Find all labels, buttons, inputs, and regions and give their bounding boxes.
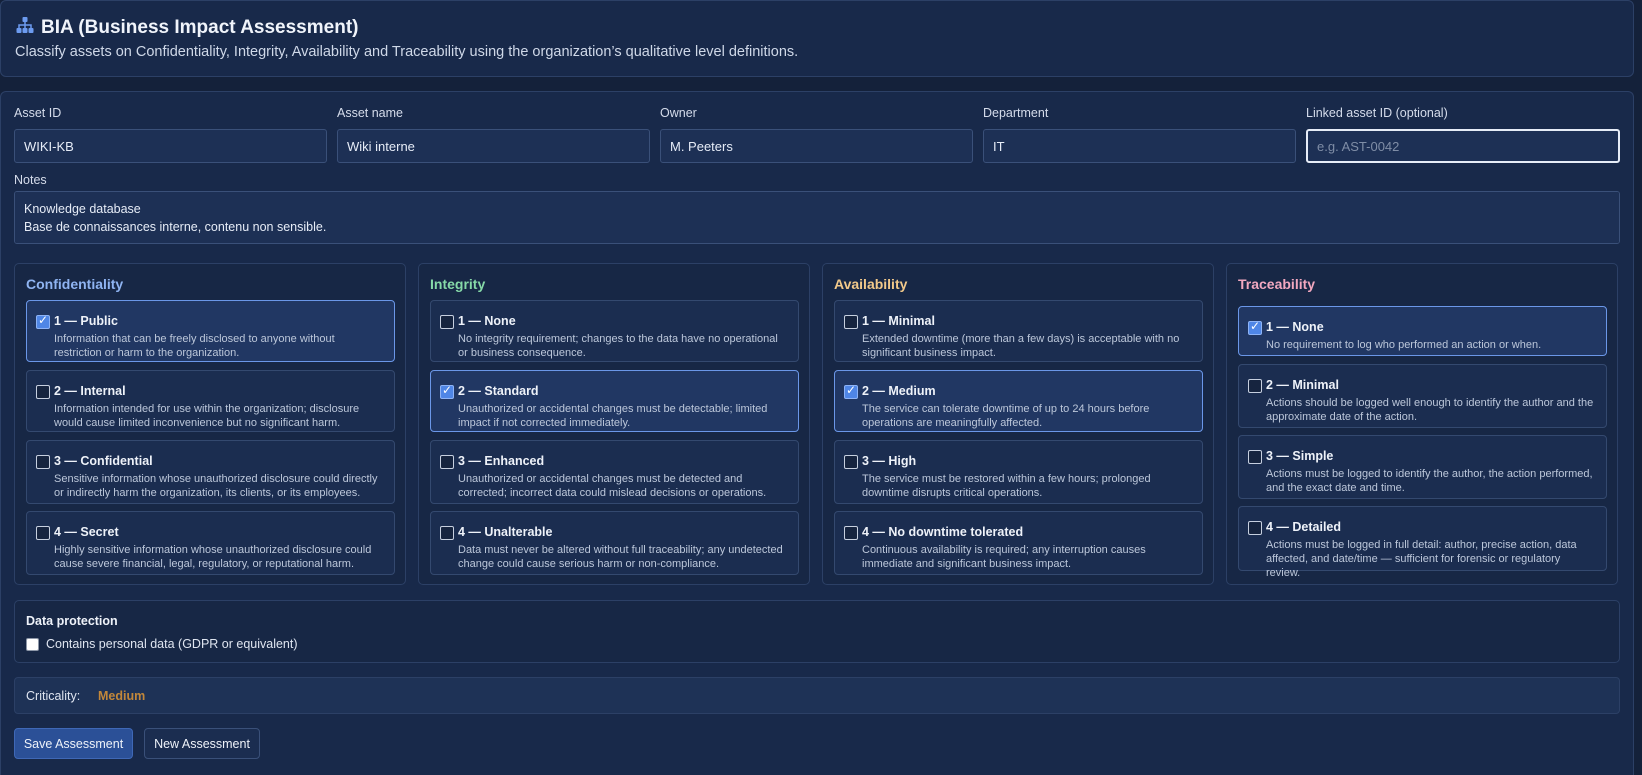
sitemap-icon xyxy=(15,15,35,40)
notes-label: Notes xyxy=(14,173,47,187)
level-option[interactable]: 2 — Internal Information intended for use… xyxy=(26,370,395,432)
level-checkbox[interactable] xyxy=(844,526,858,540)
level-label: 3 — Simple xyxy=(1266,449,1334,463)
header-panel: BIA (Business Impact Assessment) Classif… xyxy=(0,0,1634,77)
level-label: 1 — Minimal xyxy=(862,314,935,328)
level-checkbox[interactable] xyxy=(844,315,858,329)
level-description: The service can tolerate downtime of up … xyxy=(862,403,1150,429)
level-description: No requirement to log who performed an a… xyxy=(1266,339,1542,351)
asset-name-label: Asset name xyxy=(337,106,404,120)
level-label: 3 — High xyxy=(862,454,917,468)
level-option[interactable]: 1 — None No integrity requirement; change… xyxy=(430,300,799,362)
department-label: Department xyxy=(983,106,1049,120)
level-checkbox[interactable] xyxy=(440,315,454,329)
level-label: 1 — None xyxy=(1266,320,1324,334)
level-checkbox[interactable] xyxy=(36,455,50,469)
level-description: Actions must be logged in full detail: a… xyxy=(1266,539,1577,579)
level-description: Continuous availability is required; any… xyxy=(862,544,1146,570)
level-option[interactable]: 3 — Simple Actions must be logged to iden… xyxy=(1238,435,1607,499)
level-option[interactable]: 3 — High The service must be restored wit… xyxy=(834,440,1203,504)
level-checkbox[interactable] xyxy=(1248,379,1262,393)
level-checkbox[interactable] xyxy=(440,526,454,540)
level-checkbox[interactable] xyxy=(844,383,858,399)
level-label: 4 — No downtime tolerated xyxy=(862,525,1024,539)
level-option[interactable]: 1 — None No requirement to log who perfor… xyxy=(1238,306,1607,356)
criticality-label: Criticality: xyxy=(26,689,81,703)
level-description: Highly sensitive information whose unaut… xyxy=(54,544,372,570)
level-option[interactable]: 3 — Confidential Sensitive information wh… xyxy=(26,440,395,504)
level-label: 2 — Minimal xyxy=(1266,378,1339,392)
dimension-title: Availability xyxy=(834,276,908,292)
criticality-bar: Criticality: Medium xyxy=(14,677,1620,714)
level-description: Sensitive information whose unauthorized… xyxy=(54,473,378,499)
level-checkbox[interactable] xyxy=(1248,450,1262,464)
criticality-value: Medium xyxy=(98,689,146,703)
personal-data-row[interactable]: Contains personal data (GDPR or equivale… xyxy=(26,637,298,651)
level-checkbox[interactable] xyxy=(440,383,454,399)
level-option[interactable]: 4 — Unalterable Data must never be altere… xyxy=(430,511,799,575)
level-option[interactable]: 4 — Detailed Actions must be logged in fu… xyxy=(1238,506,1607,579)
level-option[interactable]: 4 — No downtime tolerated Continuous avai… xyxy=(834,511,1203,575)
level-label: 1 — None xyxy=(458,314,516,328)
dimension-title: Confidentiality xyxy=(26,276,124,292)
dimension-confidentiality: Confidentiality 1 — Public Information tha… xyxy=(14,263,406,585)
level-option[interactable]: 2 — Standard Unauthorized or accidental c… xyxy=(430,370,799,432)
department-input[interactable] xyxy=(983,129,1296,163)
level-description: Actions must be logged to identify the a… xyxy=(1266,468,1593,494)
owner-label: Owner xyxy=(660,106,697,120)
level-checkbox[interactable] xyxy=(36,526,50,540)
notes-textarea[interactable] xyxy=(14,191,1620,244)
level-description: Unauthorized or accidental changes must … xyxy=(458,473,767,499)
level-label: 2 — Standard xyxy=(458,384,539,398)
level-description: Information that can be freely disclosed… xyxy=(54,333,335,359)
level-description: No integrity requirement; changes to the… xyxy=(458,333,778,359)
data-protection-title: Data protection xyxy=(26,614,118,628)
data-protection-section: Data protection Contains personal data (… xyxy=(14,600,1620,663)
title-row: BIA (Business Impact Assessment) xyxy=(15,15,358,40)
new-assessment-button[interactable]: New Assessment xyxy=(144,728,260,759)
level-label: 2 — Medium xyxy=(862,384,936,398)
level-description: Actions should be logged well enough to … xyxy=(1266,397,1594,423)
linked-asset-input[interactable] xyxy=(1306,129,1620,163)
save-assessment-button[interactable]: Save Assessment xyxy=(14,728,133,759)
level-checkbox[interactable] xyxy=(844,455,858,469)
level-label: 2 — Internal xyxy=(54,384,126,398)
level-description: Extended downtime (more than a few days)… xyxy=(862,333,1180,359)
dimension-availability: Availability 1 — Minimal Extended downtime… xyxy=(822,263,1214,585)
level-label: 4 — Secret xyxy=(54,525,119,539)
asset-name-input[interactable] xyxy=(337,129,650,163)
personal-data-label: Contains personal data (GDPR or equivale… xyxy=(46,637,298,651)
level-option[interactable]: 1 — Public Information that can be freely… xyxy=(26,300,395,362)
level-option[interactable]: 2 — Minimal Actions should be logged well… xyxy=(1238,364,1607,428)
owner-input[interactable] xyxy=(660,129,973,163)
page-title: BIA (Business Impact Assessment) xyxy=(41,16,359,38)
level-description: Data must never be altered without full … xyxy=(458,544,783,570)
dimension-title: Traceability xyxy=(1238,276,1316,292)
personal-data-checkbox[interactable] xyxy=(26,637,39,651)
level-label: 4 — Detailed xyxy=(1266,520,1342,534)
level-description: Information intended for use within the … xyxy=(54,403,360,429)
level-label: 3 — Confidential xyxy=(54,454,153,468)
level-option[interactable]: 4 — Secret Highly sensitive information w… xyxy=(26,511,395,575)
dimension-title: Integrity xyxy=(430,276,486,292)
level-checkbox[interactable] xyxy=(1248,521,1262,535)
linked-asset-label: Linked asset ID (optional) xyxy=(1306,106,1448,120)
dimension-integrity: Integrity 1 — None No integrity requiremen… xyxy=(418,263,810,585)
level-checkbox[interactable] xyxy=(36,385,50,399)
level-label: 3 — Enhanced xyxy=(458,454,545,468)
level-checkbox[interactable] xyxy=(440,455,454,469)
level-option[interactable]: 2 — Medium The service can tolerate downt… xyxy=(834,370,1203,432)
dimension-traceability: Traceability 1 — None No requirement to lo… xyxy=(1226,263,1618,585)
page-subtitle: Classify assets on Confidentiality, Inte… xyxy=(15,44,799,60)
asset-id-label: Asset ID xyxy=(14,106,62,120)
level-description: Unauthorized or accidental changes must … xyxy=(458,403,768,429)
level-checkbox[interactable] xyxy=(36,313,50,329)
level-checkbox[interactable] xyxy=(1248,319,1262,335)
level-label: 4 — Unalterable xyxy=(458,525,553,539)
asset-id-input[interactable] xyxy=(14,129,327,163)
level-option[interactable]: 3 — Enhanced Unauthorized or accidental c… xyxy=(430,440,799,504)
level-description: The service must be restored within a fe… xyxy=(862,473,1151,499)
level-option[interactable]: 1 — Minimal Extended downtime (more than … xyxy=(834,300,1203,362)
level-label: 1 — Public xyxy=(54,314,118,328)
